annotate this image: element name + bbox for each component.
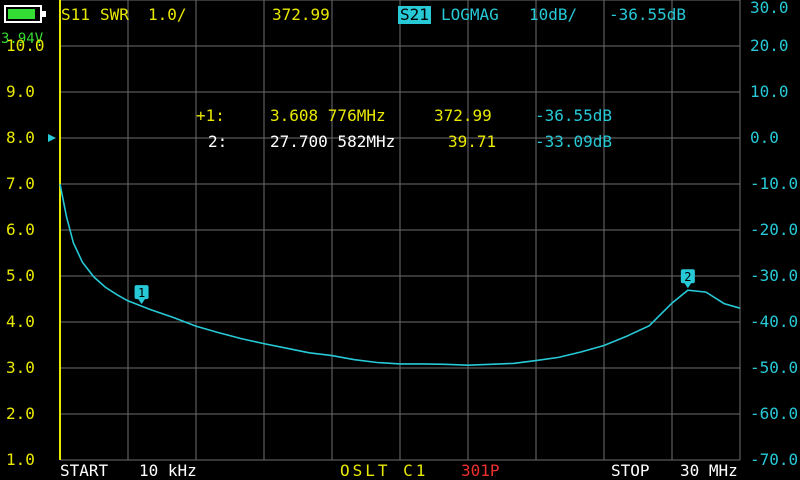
right-tick-label: -60.0 [750, 404, 799, 423]
trace1-value: 372.99 [272, 5, 330, 24]
left-tick-label: 10.0 [6, 36, 45, 55]
marker2-swr: 39.71 [448, 132, 497, 151]
start-value[interactable]: 10 kHz [139, 462, 197, 480]
right-tick-label: 20.0 [750, 36, 789, 55]
marker1-freq: 3.608 776MHz [270, 106, 386, 125]
plot-area[interactable]: 12 [0, 0, 800, 480]
marker-flag-label: 2 [684, 270, 691, 284]
right-tick-label: -30.0 [750, 266, 799, 285]
right-tick-label: 30.0 [750, 0, 789, 17]
start-label[interactable]: START [60, 462, 108, 480]
trace1-scale[interactable]: 1.0/ [148, 6, 187, 24]
marker2-id[interactable]: 2: [208, 133, 227, 151]
nanovna-screen: 12 3.94V S11 SWR 1.0/ 372.99 S21 LOGMAG … [0, 0, 800, 480]
trace2-format[interactable]: LOGMAG [441, 6, 499, 24]
sweep-points[interactable]: 301P [461, 462, 500, 480]
trace1-label[interactable]: S11 [61, 6, 90, 24]
left-tick-label: 4.0 [6, 312, 35, 331]
left-tick-label: 9.0 [6, 82, 35, 101]
left-tick-label: 8.0 [6, 128, 35, 147]
marker-flags: 12 [134, 269, 695, 305]
trace2-value: -36.55dB [609, 5, 687, 24]
stop-value[interactable]: 30 MHz [680, 462, 738, 480]
stop-label[interactable]: STOP [611, 462, 650, 480]
trace2-label[interactable]: S21 [398, 6, 431, 24]
right-tick-label: -20.0 [750, 220, 799, 239]
battery-icon [4, 5, 46, 23]
right-tick-label: -70.0 [750, 450, 799, 469]
reference-arrow [48, 134, 56, 142]
marker2-freq: 27.700 582MHz [270, 132, 396, 151]
marker-flag-1[interactable]: 1 [134, 285, 149, 305]
left-tick-label: 3.0 [6, 358, 35, 377]
trace1-format[interactable]: SWR [100, 6, 129, 24]
trace2-scale[interactable]: 10dB/ [529, 6, 577, 24]
calibration-status[interactable]: OSLT C1 [340, 462, 428, 480]
right-tick-label: 10.0 [750, 82, 789, 101]
marker1-swr: 372.99 [434, 106, 492, 125]
right-tick-label: -10.0 [750, 174, 799, 193]
marker1-logmag: -36.55dB [535, 106, 613, 125]
left-tick-label: 2.0 [6, 404, 35, 423]
marker2-logmag: -33.09dB [535, 132, 613, 151]
right-tick-label: 0.0 [750, 128, 779, 147]
right-tick-label: -40.0 [750, 312, 799, 331]
left-tick-label: 1.0 [6, 450, 35, 469]
marker-flag-2[interactable]: 2 [680, 269, 695, 289]
marker-flag-label: 1 [138, 286, 145, 300]
left-tick-label: 7.0 [6, 174, 35, 193]
marker1-id[interactable]: +1: [196, 107, 225, 125]
left-tick-label: 6.0 [6, 220, 35, 239]
left-tick-label: 5.0 [6, 266, 35, 285]
right-tick-label: -50.0 [750, 358, 799, 377]
grid [48, 0, 741, 461]
